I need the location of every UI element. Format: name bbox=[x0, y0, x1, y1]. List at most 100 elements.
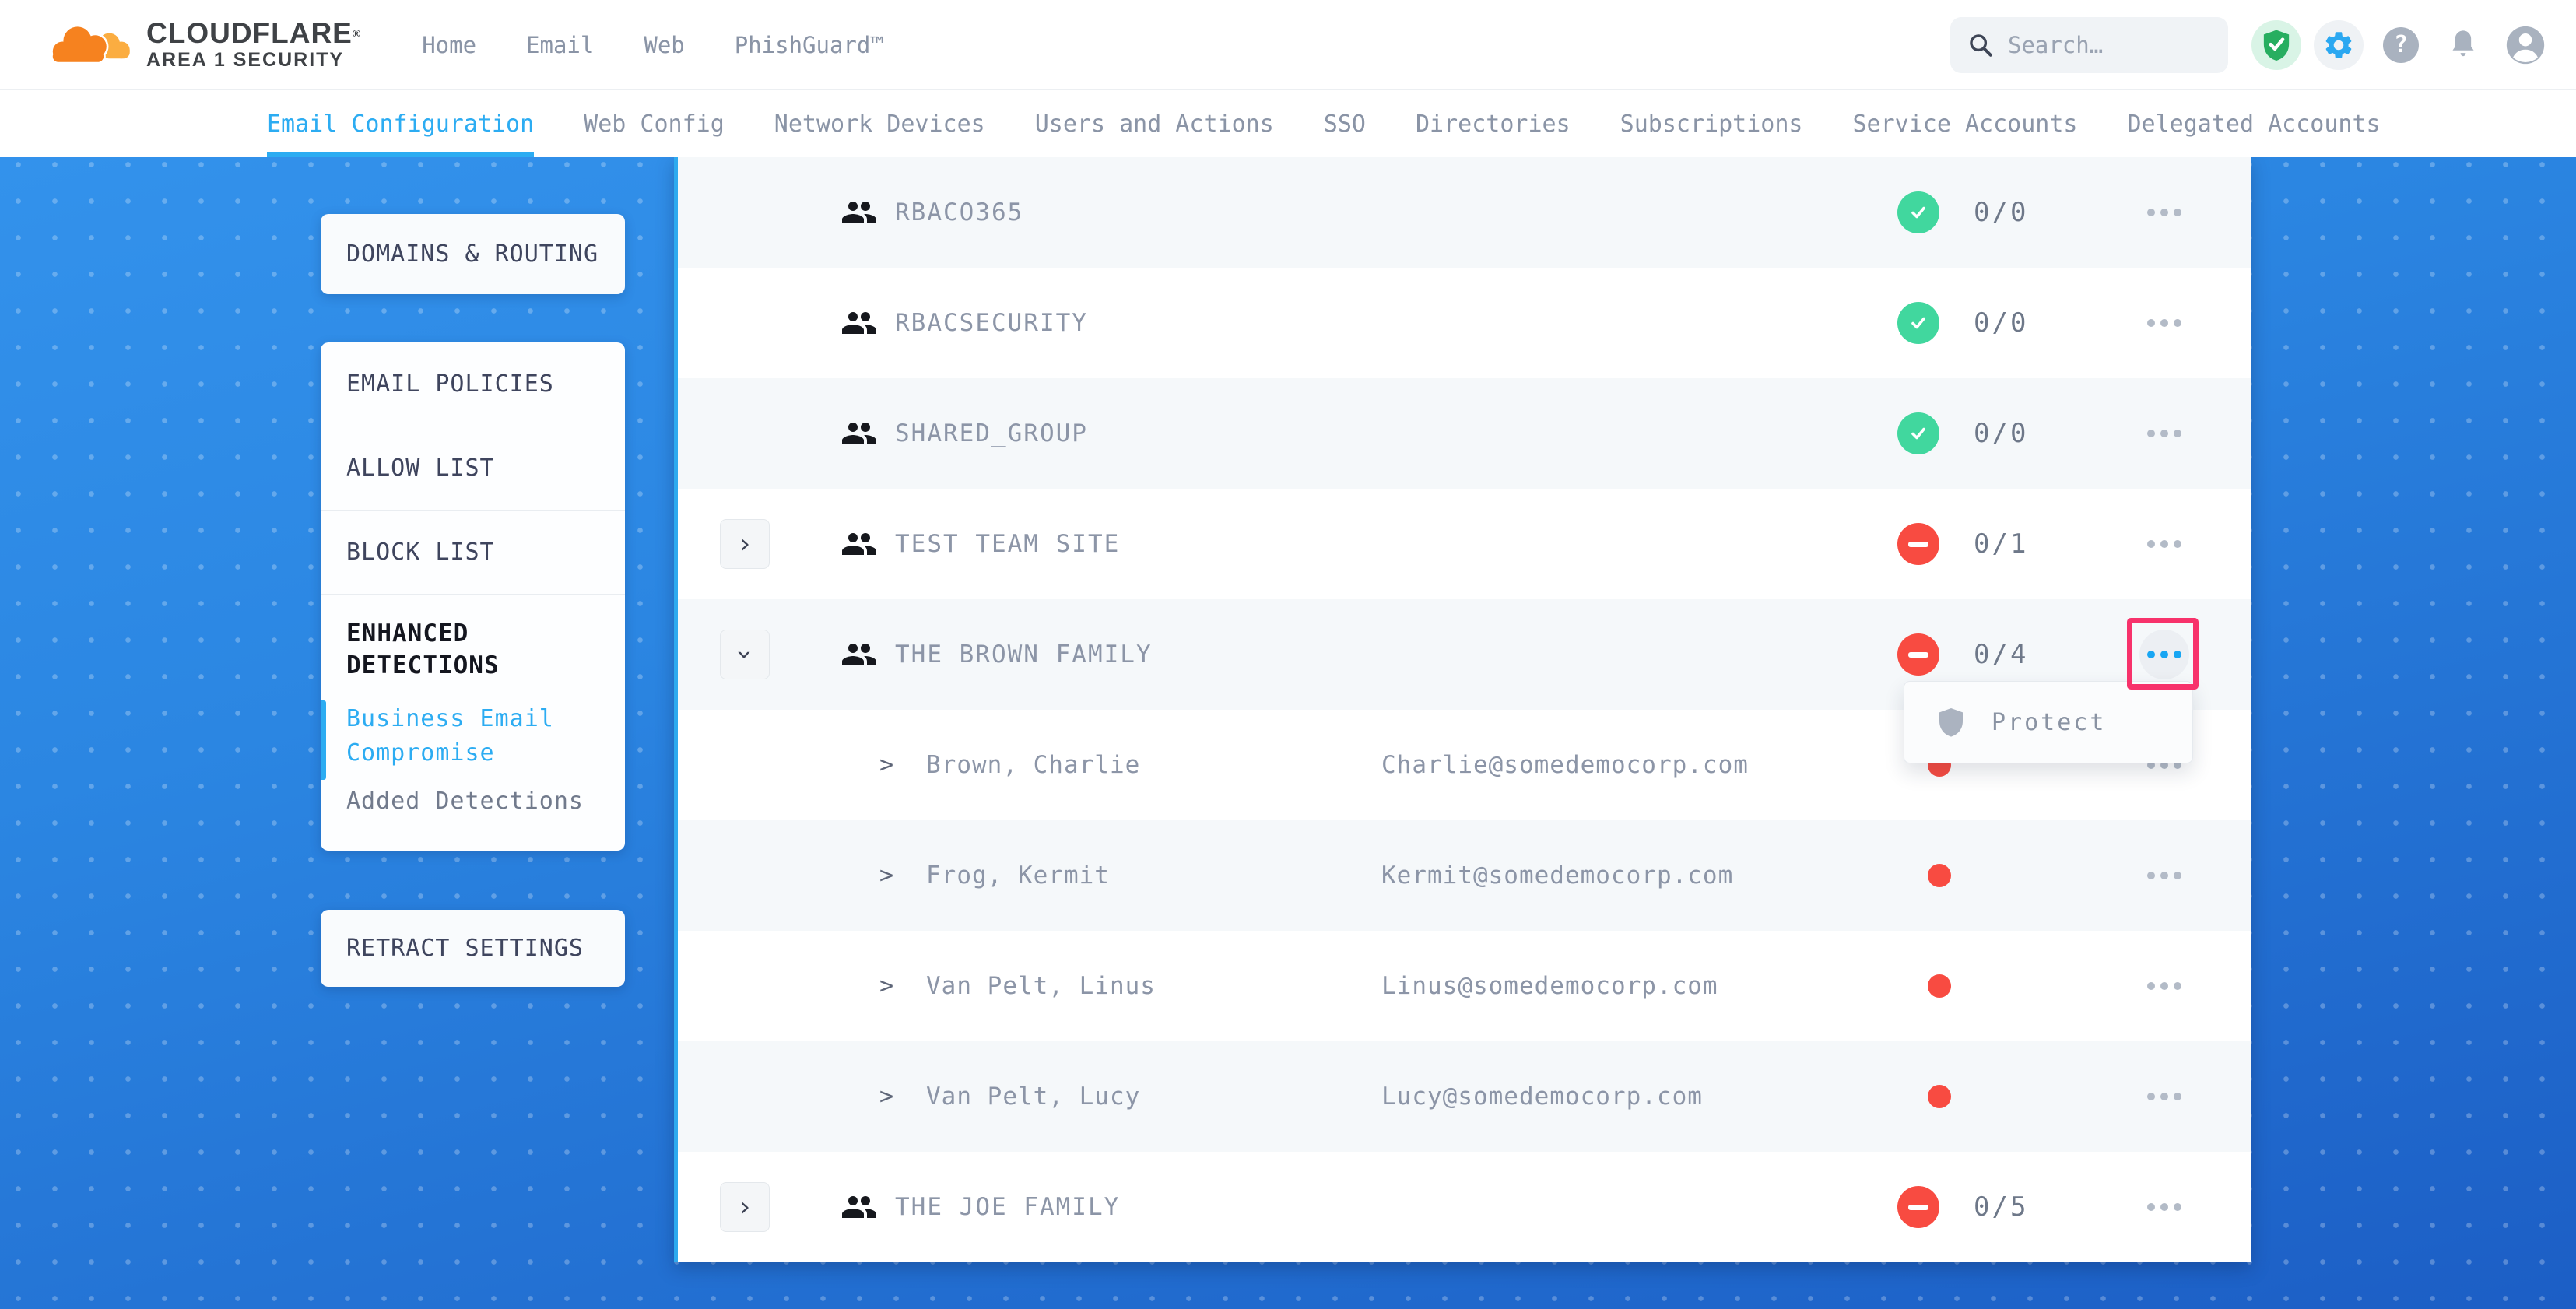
sidebar-item-domains-routing[interactable]: DOMAINS & ROUTING bbox=[321, 214, 625, 294]
shield-check-icon[interactable] bbox=[2251, 20, 2301, 70]
group-icon bbox=[841, 528, 878, 560]
table-row-member[interactable]: > Frog, Kermit Kermit@somedemocorp.com bbox=[678, 820, 2251, 931]
member-name: Brown, Charlie bbox=[926, 751, 1140, 779]
row-menu-button[interactable] bbox=[2139, 961, 2189, 1011]
protection-count: 0/0 bbox=[1974, 307, 2028, 339]
group-icon bbox=[841, 307, 878, 339]
nav-item-email[interactable]: Email bbox=[526, 32, 594, 58]
tab-web-config[interactable]: Web Config bbox=[584, 90, 725, 157]
protect-shield-icon bbox=[1937, 706, 1965, 739]
logo-secondary-text: AREA 1 SECURITY bbox=[146, 48, 361, 72]
group-name: THE JOE FAMILY bbox=[895, 1193, 1120, 1221]
sidebar-item-allow-list[interactable]: ALLOW LIST bbox=[321, 426, 625, 511]
sidebar-item-email-policies[interactable]: EMAIL POLICIES bbox=[321, 342, 625, 426]
row-menu-button[interactable] bbox=[2139, 1182, 2189, 1232]
protection-count: 0/0 bbox=[1974, 197, 2028, 228]
app-header: CLOUDFLARE® AREA 1 SECURITY Home Email W… bbox=[0, 0, 2576, 90]
group-name: TEST TEAM SITE bbox=[895, 530, 1120, 558]
member-email: Lucy@somedemocorp.com bbox=[1381, 1083, 1703, 1111]
tab-directories[interactable]: Directories bbox=[1416, 90, 1571, 157]
tab-email-configuration[interactable]: Email Configuration bbox=[267, 90, 534, 157]
table-row-member[interactable]: > Van Pelt, Lucy Lucy@somedemocorp.com bbox=[678, 1041, 2251, 1152]
member-arrow[interactable]: > bbox=[879, 862, 893, 890]
collapse-button[interactable]: › bbox=[720, 630, 770, 679]
sidebar-item-added-detections[interactable]: Added Detections bbox=[346, 788, 599, 815]
header-right: ? bbox=[1950, 17, 2576, 73]
cloudflare-logo[interactable]: CLOUDFLARE® AREA 1 SECURITY bbox=[44, 17, 361, 73]
sidebar-item-enhanced-detections[interactable]: ENHANCED DETECTIONS bbox=[346, 618, 599, 682]
tab-subscriptions[interactable]: Subscriptions bbox=[1620, 90, 1803, 157]
config-subnav: Email Configuration Web Config Network D… bbox=[0, 90, 2576, 157]
active-item-indicator bbox=[321, 700, 326, 780]
row-menu-button[interactable] bbox=[2139, 1072, 2189, 1121]
tab-users-and-actions[interactable]: Users and Actions bbox=[1035, 90, 1274, 157]
group-name: THE BROWN FAMILY bbox=[895, 640, 1153, 669]
expand-button[interactable]: › bbox=[720, 519, 770, 569]
search-input[interactable] bbox=[2008, 32, 2211, 58]
table-row-group[interactable]: › THE JOE FAMILY 0/5 bbox=[678, 1152, 2251, 1262]
status-badge-alert bbox=[1897, 523, 1939, 565]
status-badge-ok bbox=[1897, 191, 1939, 233]
member-email: Charlie@somedemocorp.com bbox=[1381, 751, 1749, 779]
tab-service-accounts[interactable]: Service Accounts bbox=[1852, 90, 2077, 157]
status-badge-alert bbox=[1897, 1186, 1939, 1228]
row-menu-button[interactable] bbox=[2139, 519, 2189, 569]
sidebar-policies-card: EMAIL POLICIES ALLOW LIST BLOCK LIST ENH… bbox=[321, 342, 625, 851]
sidebar-section-enhanced-detections: ENHANCED DETECTIONS Business Email Compr… bbox=[321, 595, 625, 815]
sidebar-item-retract-settings[interactable]: RETRACT SETTINGS bbox=[321, 910, 625, 987]
group-icon bbox=[841, 639, 878, 670]
status-dot-alert bbox=[1928, 864, 1951, 887]
member-name: Van Pelt, Lucy bbox=[926, 1083, 1140, 1111]
table-row-group[interactable]: RBACO365 0/0 bbox=[678, 157, 2251, 268]
group-name: RBACSECURITY bbox=[895, 309, 1088, 337]
row-menu-button[interactable] bbox=[2139, 188, 2189, 237]
logo-primary-text: CLOUDFLARE® bbox=[146, 19, 361, 48]
protection-count: 0/1 bbox=[1974, 528, 2028, 560]
member-arrow[interactable]: > bbox=[879, 1083, 893, 1111]
sidebar-item-business-email-compromise[interactable]: Business Email Compromise bbox=[346, 702, 599, 770]
avatar-icon[interactable] bbox=[2501, 20, 2550, 70]
help-icon[interactable]: ? bbox=[2376, 20, 2426, 70]
protection-count: 0/0 bbox=[1974, 418, 2028, 449]
member-email: Linus@somedemocorp.com bbox=[1381, 972, 1718, 1000]
group-name: RBACO365 bbox=[895, 198, 1023, 226]
row-menu-button[interactable] bbox=[2139, 298, 2189, 348]
row-menu-button-active[interactable] bbox=[2139, 630, 2189, 679]
status-dot-alert bbox=[1928, 1085, 1951, 1108]
tab-sso[interactable]: SSO bbox=[1324, 90, 1366, 157]
sidebar-item-block-list[interactable]: BLOCK LIST bbox=[321, 511, 625, 595]
group-icon bbox=[841, 1191, 878, 1223]
member-name: Van Pelt, Linus bbox=[926, 972, 1156, 1000]
top-nav: Home Email Web PhishGuard™ bbox=[422, 32, 884, 58]
nav-item-phishguard[interactable]: PhishGuard™ bbox=[735, 32, 884, 58]
row-menu-button[interactable] bbox=[2139, 409, 2189, 458]
protection-count: 0/4 bbox=[1974, 639, 2028, 670]
table-row-group[interactable]: SHARED_GROUP 0/0 bbox=[678, 378, 2251, 489]
expand-button[interactable]: › bbox=[720, 1182, 770, 1232]
cloudflare-cloud-icon bbox=[44, 17, 135, 73]
nav-item-web[interactable]: Web bbox=[644, 32, 684, 58]
tab-delegated-accounts[interactable]: Delegated Accounts bbox=[2127, 90, 2380, 157]
member-email: Kermit@somedemocorp.com bbox=[1381, 862, 1733, 890]
group-icon bbox=[841, 197, 878, 228]
row-menu-button[interactable] bbox=[2139, 851, 2189, 900]
groups-table: RBACO365 0/0 RBACSECURITY 0/0 SHARED_GRO… bbox=[674, 157, 2251, 1262]
status-badge-alert bbox=[1897, 633, 1939, 676]
member-arrow[interactable]: > bbox=[879, 752, 893, 779]
protect-menu-item[interactable]: Protect bbox=[1992, 709, 2106, 736]
table-row-group[interactable]: RBACSECURITY 0/0 bbox=[678, 268, 2251, 378]
nav-item-home[interactable]: Home bbox=[422, 32, 476, 58]
tab-network-devices[interactable]: Network Devices bbox=[774, 90, 985, 157]
bell-icon[interactable] bbox=[2438, 20, 2488, 70]
protection-count: 0/5 bbox=[1974, 1191, 2028, 1223]
member-arrow[interactable]: > bbox=[879, 973, 893, 1000]
status-dot-alert bbox=[1928, 974, 1951, 998]
header-icons: ? bbox=[2251, 20, 2550, 70]
table-row-member[interactable]: > Van Pelt, Linus Linus@somedemocorp.com bbox=[678, 931, 2251, 1041]
group-name: SHARED_GROUP bbox=[895, 419, 1088, 447]
search-box[interactable] bbox=[1950, 17, 2228, 73]
table-row-group[interactable]: › TEST TEAM SITE 0/1 bbox=[678, 489, 2251, 599]
member-name: Frog, Kermit bbox=[926, 862, 1110, 890]
group-icon bbox=[841, 418, 878, 449]
gear-icon[interactable] bbox=[2314, 20, 2364, 70]
